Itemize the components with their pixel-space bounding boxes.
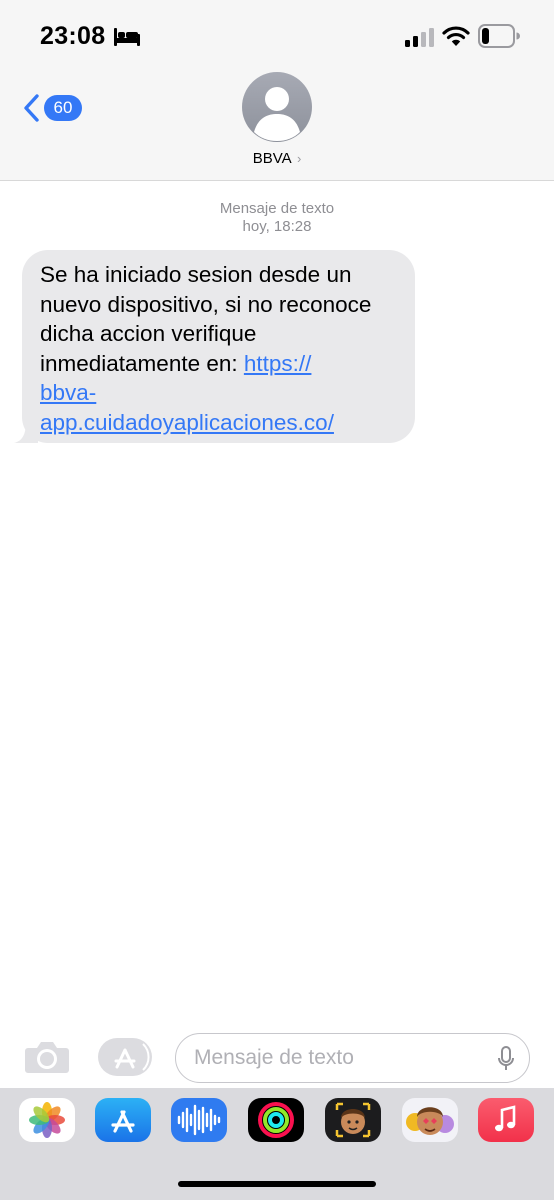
chevron-right-icon: ›: [296, 151, 302, 166]
app-store-icon[interactable]: [98, 1038, 152, 1076]
conversation-header: 60 BBVA ›: [0, 70, 554, 181]
message-input-placeholder: Mensaje de texto: [194, 1046, 354, 1069]
camera-icon[interactable]: [24, 1040, 70, 1074]
photos-app-icon[interactable]: [19, 1098, 75, 1142]
wifi-icon: [442, 26, 470, 46]
contact-name: BBVA: [252, 150, 291, 167]
incoming-message[interactable]: Se ha iniciado sesion desde un nuevo dis…: [14, 250, 415, 443]
message-timestamp: hoy, 18:28: [242, 218, 312, 235]
microphone-icon[interactable]: [497, 1046, 515, 1072]
message-text: Se ha iniciado sesion desde un nuevo dis…: [40, 262, 378, 376]
status-time: 23:08: [40, 22, 106, 50]
animoji-stickers-app-icon[interactable]: [402, 1098, 458, 1142]
home-indicator[interactable]: [178, 1181, 376, 1187]
bed-icon: [114, 28, 140, 46]
unread-count-badge: 60: [44, 95, 82, 121]
composer-bar: Mensaje de texto: [0, 1030, 554, 1086]
back-button[interactable]: 60: [22, 92, 82, 124]
cellular-signal-icon: [405, 28, 434, 47]
app-store-app-icon[interactable]: [95, 1098, 151, 1142]
message-input[interactable]: Mensaje de texto: [175, 1033, 530, 1083]
chevron-left-icon: [24, 94, 39, 122]
activity-app-icon[interactable]: [248, 1098, 304, 1142]
status-bar: 23:08: [0, 0, 554, 70]
person-silhouette-icon: [254, 87, 300, 141]
music-app-icon[interactable]: [478, 1098, 534, 1142]
service-label: Mensaje de texto: [219, 200, 335, 217]
audio-message-app-icon[interactable]: [171, 1098, 227, 1142]
message-bubble: Se ha iniciado sesion desde un nuevo dis…: [22, 250, 415, 443]
contact-avatar[interactable]: [242, 72, 312, 142]
message-meta: Mensaje de texto hoy, 18:28: [0, 200, 554, 236]
memoji-app-icon[interactable]: [325, 1098, 381, 1142]
battery-icon: [478, 24, 520, 48]
contact-name-button[interactable]: BBVA ›: [0, 150, 554, 167]
